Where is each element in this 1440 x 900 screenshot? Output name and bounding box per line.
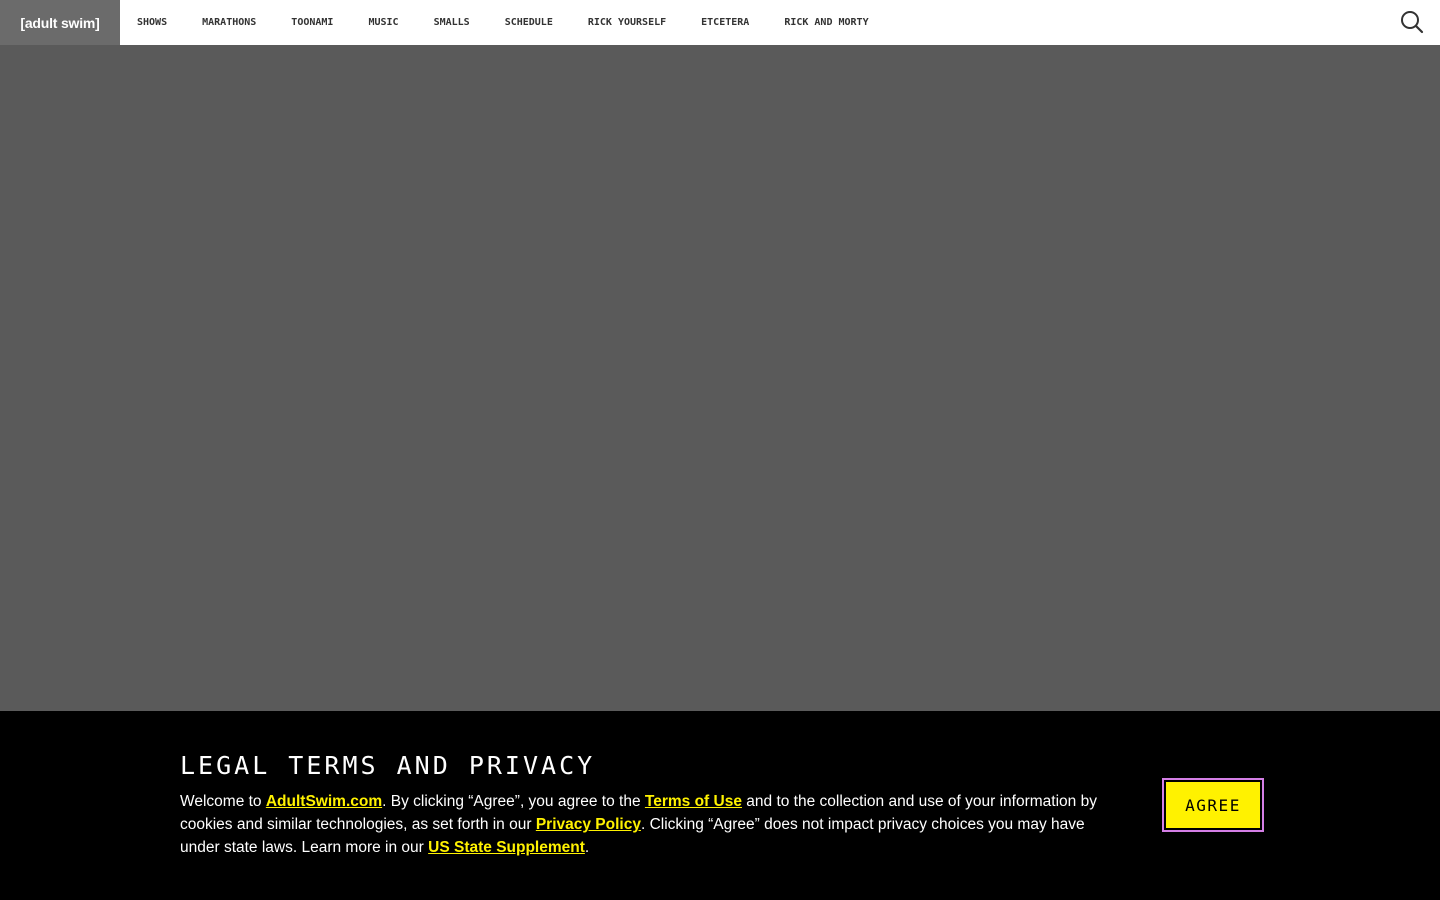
- search-icon-graphic: [1401, 11, 1424, 34]
- us-state-supplement-link[interactable]: US State Supplement: [428, 839, 585, 856]
- main-content-area: [0, 45, 1440, 711]
- consent-text-part-1: Welcome to: [180, 793, 266, 810]
- consent-text-part-2: . By clicking “Agree”, you agree to the: [382, 793, 645, 810]
- terms-of-use-link[interactable]: Terms of Use: [645, 793, 742, 810]
- consent-title: LEGAL TERMS AND PRIVACY: [180, 751, 596, 780]
- nav-item-shows[interactable]: SHOWS: [137, 17, 167, 28]
- top-navigation: [adult swim] SHOWS MARATHONS TOONAMI MUS…: [0, 0, 1440, 45]
- search-icon[interactable]: [1400, 10, 1424, 34]
- adultswim-link[interactable]: AdultSwim.com: [266, 793, 382, 810]
- consent-text-part-5: .: [584, 839, 590, 856]
- site-logo[interactable]: [adult swim]: [0, 0, 120, 45]
- nav-item-marathons[interactable]: MARATHONS: [202, 17, 256, 28]
- nav-item-smalls[interactable]: SMALLS: [434, 17, 470, 28]
- privacy-policy-link[interactable]: Privacy Policy: [536, 816, 641, 833]
- agree-button[interactable]: AGREE: [1166, 782, 1260, 828]
- main-nav: SHOWS MARATHONS TOONAMI MUSIC SMALLS SCH…: [120, 0, 904, 45]
- nav-item-music[interactable]: MUSIC: [368, 17, 398, 28]
- legal-consent-banner: LEGAL TERMS AND PRIVACY Welcome to Adult…: [0, 711, 1440, 900]
- consent-body: LEGAL TERMS AND PRIVACY Welcome to Adult…: [180, 751, 1100, 859]
- consent-text: Welcome to AdultSwim.com. By clicking “A…: [180, 790, 1100, 859]
- nav-item-toonami[interactable]: TOONAMI: [291, 17, 333, 28]
- nav-item-rick-and-morty[interactable]: RICK AND MORTY: [784, 17, 868, 28]
- nav-item-rick-yourself[interactable]: RICK YOURSELF: [588, 17, 666, 28]
- nav-item-etcetera[interactable]: ETCETERA: [701, 17, 749, 28]
- agree-button-focus-ring: AGREE: [1162, 778, 1264, 832]
- nav-item-schedule[interactable]: SCHEDULE: [505, 17, 553, 28]
